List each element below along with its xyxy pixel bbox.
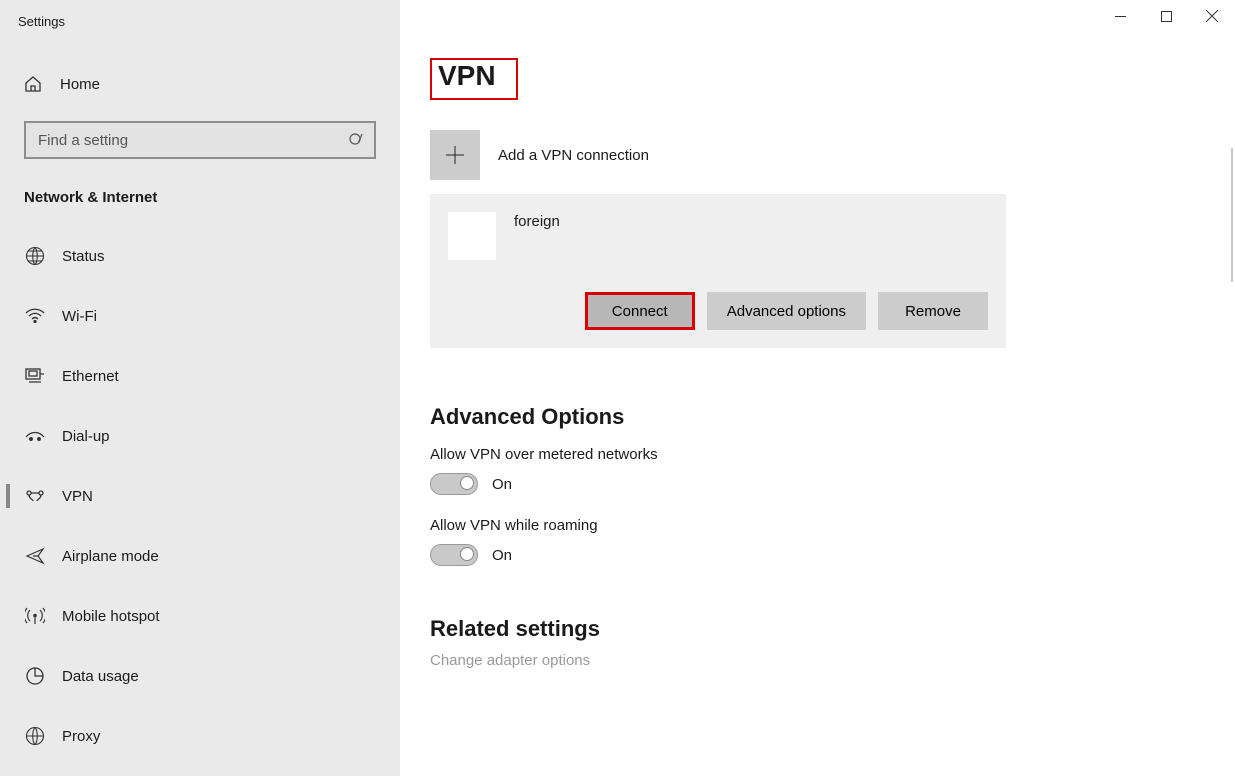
wifi-icon bbox=[24, 308, 46, 324]
vpn-connection-card: foreign Connect Advanced options Remove bbox=[430, 194, 1006, 348]
vpn-action-buttons: Connect Advanced options Remove bbox=[448, 292, 988, 330]
main-content: VPN Add a VPN connection foreign Connect… bbox=[400, 0, 1235, 776]
nav-item-data-usage[interactable]: Data usage bbox=[0, 646, 400, 706]
vpn-connection-icon bbox=[448, 212, 496, 260]
data-usage-icon bbox=[24, 666, 46, 686]
nav-item-wifi[interactable]: Wi-Fi bbox=[0, 286, 400, 346]
nav-label: Mobile hotspot bbox=[62, 608, 160, 625]
home-icon bbox=[22, 75, 44, 93]
related-settings-heading: Related settings bbox=[430, 616, 1235, 642]
ethernet-icon bbox=[24, 368, 46, 384]
advanced-options-button[interactable]: Advanced options bbox=[707, 292, 866, 330]
settings-sidebar: Settings Home Network & Internet Status bbox=[0, 0, 400, 776]
scrollbar[interactable] bbox=[1231, 148, 1233, 282]
nav-list: Status Wi-Fi Ethernet Dial-up VPN bbox=[0, 226, 400, 766]
nav-home-label: Home bbox=[60, 76, 100, 93]
vpn-connection-name: foreign bbox=[514, 213, 560, 230]
search-box[interactable] bbox=[24, 121, 376, 159]
nav-item-vpn[interactable]: VPN bbox=[0, 466, 400, 526]
window-title: Settings bbox=[0, 0, 400, 39]
nav-label: Dial-up bbox=[62, 428, 110, 445]
advanced-options-heading: Advanced Options bbox=[430, 404, 1235, 430]
option-metered-label: Allow VPN over metered networks bbox=[430, 446, 1235, 463]
option-metered: Allow VPN over metered networks On bbox=[430, 446, 1235, 495]
nav-label: Wi-Fi bbox=[62, 308, 97, 325]
category-heading: Network & Internet bbox=[0, 177, 400, 226]
remove-button[interactable]: Remove bbox=[878, 292, 988, 330]
toggle-metered-state: On bbox=[492, 476, 512, 493]
hotspot-icon bbox=[24, 607, 46, 625]
page-title: VPN bbox=[430, 58, 518, 100]
nav-item-hotspot[interactable]: Mobile hotspot bbox=[0, 586, 400, 646]
nav-label: Airplane mode bbox=[62, 548, 159, 565]
option-roaming: Allow VPN while roaming On bbox=[430, 517, 1235, 566]
search-icon bbox=[348, 132, 364, 148]
minimize-button[interactable] bbox=[1097, 0, 1143, 32]
nav-label: Status bbox=[62, 248, 105, 265]
toggle-roaming-state: On bbox=[492, 547, 512, 564]
nav-home[interactable]: Home bbox=[0, 59, 400, 109]
nav-item-dialup[interactable]: Dial-up bbox=[0, 406, 400, 466]
option-roaming-label: Allow VPN while roaming bbox=[430, 517, 1235, 534]
proxy-icon bbox=[24, 726, 46, 746]
dialup-icon bbox=[24, 429, 46, 443]
vpn-connection-header[interactable]: foreign bbox=[448, 212, 988, 260]
close-button[interactable] bbox=[1189, 0, 1235, 32]
nav-label: VPN bbox=[62, 488, 93, 505]
maximize-button[interactable] bbox=[1143, 0, 1189, 32]
nav-label: Proxy bbox=[62, 728, 100, 745]
plus-icon bbox=[430, 130, 480, 180]
nav-item-proxy[interactable]: Proxy bbox=[0, 706, 400, 766]
nav-label: Ethernet bbox=[62, 368, 119, 385]
airplane-icon bbox=[24, 546, 46, 566]
window-controls bbox=[1097, 0, 1235, 32]
add-vpn-row[interactable]: Add a VPN connection bbox=[430, 130, 1235, 180]
nav-item-airplane[interactable]: Airplane mode bbox=[0, 526, 400, 586]
status-icon bbox=[24, 246, 46, 266]
connect-button[interactable]: Connect bbox=[585, 292, 695, 330]
add-vpn-label: Add a VPN connection bbox=[498, 147, 649, 164]
change-adapter-link[interactable]: Change adapter options bbox=[430, 652, 1235, 669]
search-container bbox=[0, 121, 400, 177]
nav-label: Data usage bbox=[62, 668, 139, 685]
toggle-roaming[interactable] bbox=[430, 544, 478, 566]
nav-item-status[interactable]: Status bbox=[0, 226, 400, 286]
nav-item-ethernet[interactable]: Ethernet bbox=[0, 346, 400, 406]
search-input[interactable] bbox=[36, 131, 348, 150]
vpn-icon bbox=[24, 489, 46, 503]
toggle-metered[interactable] bbox=[430, 473, 478, 495]
